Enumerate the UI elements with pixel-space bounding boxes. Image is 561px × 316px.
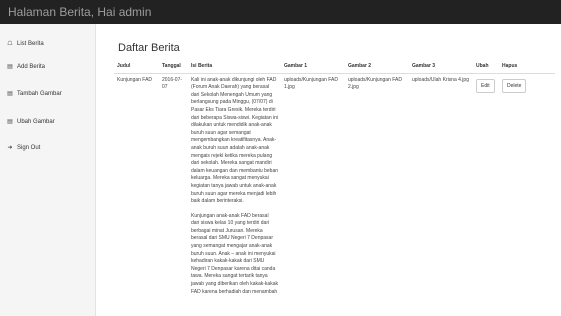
- column-header-hapus: Hapus: [499, 61, 555, 74]
- sidebar-item-label: Ubah Gambar: [17, 119, 55, 125]
- column-header-isi-berita: Isi Berita: [188, 61, 281, 74]
- database-icon: ▤: [7, 119, 13, 125]
- edit-button[interactable]: Edit: [476, 78, 495, 93]
- column-header-ubah: Ubah: [473, 61, 499, 74]
- sidebar-item-label: List Berita: [17, 41, 44, 47]
- cell-judul: Kunjungan FAD: [114, 72, 159, 307]
- main-content: Daftar Berita Judul Tanggal Isi Berita G…: [104, 24, 555, 316]
- isi-paragraph-2: Kunjungan anak-anak FAD berasal dari sis…: [191, 212, 278, 295]
- table-header-row: Judul Tanggal Isi Berita Gambar 1 Gambar…: [114, 61, 555, 74]
- page-header-title: Halaman Berita, Hai admin: [8, 5, 152, 19]
- column-header-judul: Judul: [114, 61, 159, 74]
- cell-isi-berita: Kali ini anak-anak dikunjungi oleh FAD (…: [188, 72, 281, 307]
- news-table: Judul Tanggal Isi Berita Gambar 1 Gambar…: [114, 61, 555, 307]
- delete-button[interactable]: Delete: [502, 78, 527, 93]
- database-icon: ▤: [7, 64, 13, 70]
- isi-paragraph-1: Kali ini anak-anak dikunjungi oleh FAD (…: [191, 76, 279, 205]
- sidebar-item-ubah-gambar[interactable]: ▤ Ubah Gambar: [0, 114, 96, 130]
- sidebar-item-tambah-gambar[interactable]: ▤ Tambah Gambar: [0, 86, 96, 102]
- column-header-gambar-1: Gambar 1: [281, 61, 345, 74]
- sidebar-item-label: Sign Out: [17, 145, 41, 151]
- page-title: Daftar Berita: [118, 42, 180, 54]
- cell-gambar-2: uploads/Kunjungan FAD 2.jpg: [345, 72, 409, 307]
- table-row: Kunjungan FAD 2016-07-07 Kali ini anak-a…: [114, 72, 555, 307]
- sidebar-item-label: Tambah Gambar: [17, 91, 62, 97]
- cell-gambar-3: uploads/Ulah Krisna 4.jpg: [409, 72, 473, 307]
- cell-gambar-1: uploads/Kunjungan FAD 1.jpg: [281, 72, 345, 307]
- top-navbar: Halaman Berita, Hai admin: [0, 0, 561, 24]
- sidebar-item-sign-out[interactable]: ➜ Sign Out: [0, 140, 96, 156]
- database-icon: ▤: [7, 91, 13, 97]
- sidebar-item-list-berita[interactable]: ☖ List Berita: [0, 36, 96, 52]
- cell-tanggal: 2016-07-07: [159, 72, 188, 307]
- column-header-gambar-2: Gambar 2: [345, 61, 409, 74]
- sidebar-item-add-berita[interactable]: ▤ Add Berita: [0, 59, 96, 75]
- sidebar: ☖ List Berita ▤ Add Berita ▤ Tambah Gamb…: [0, 24, 96, 316]
- cell-ubah: Edit: [473, 72, 499, 307]
- cell-hapus: Delete: [499, 72, 555, 307]
- sidebar-item-label: Add Berita: [17, 64, 46, 70]
- home-icon: ☖: [7, 41, 13, 47]
- column-header-gambar-3: Gambar 3: [409, 61, 473, 74]
- column-header-tanggal: Tanggal: [159, 61, 188, 74]
- sign-out-icon: ➜: [7, 145, 13, 151]
